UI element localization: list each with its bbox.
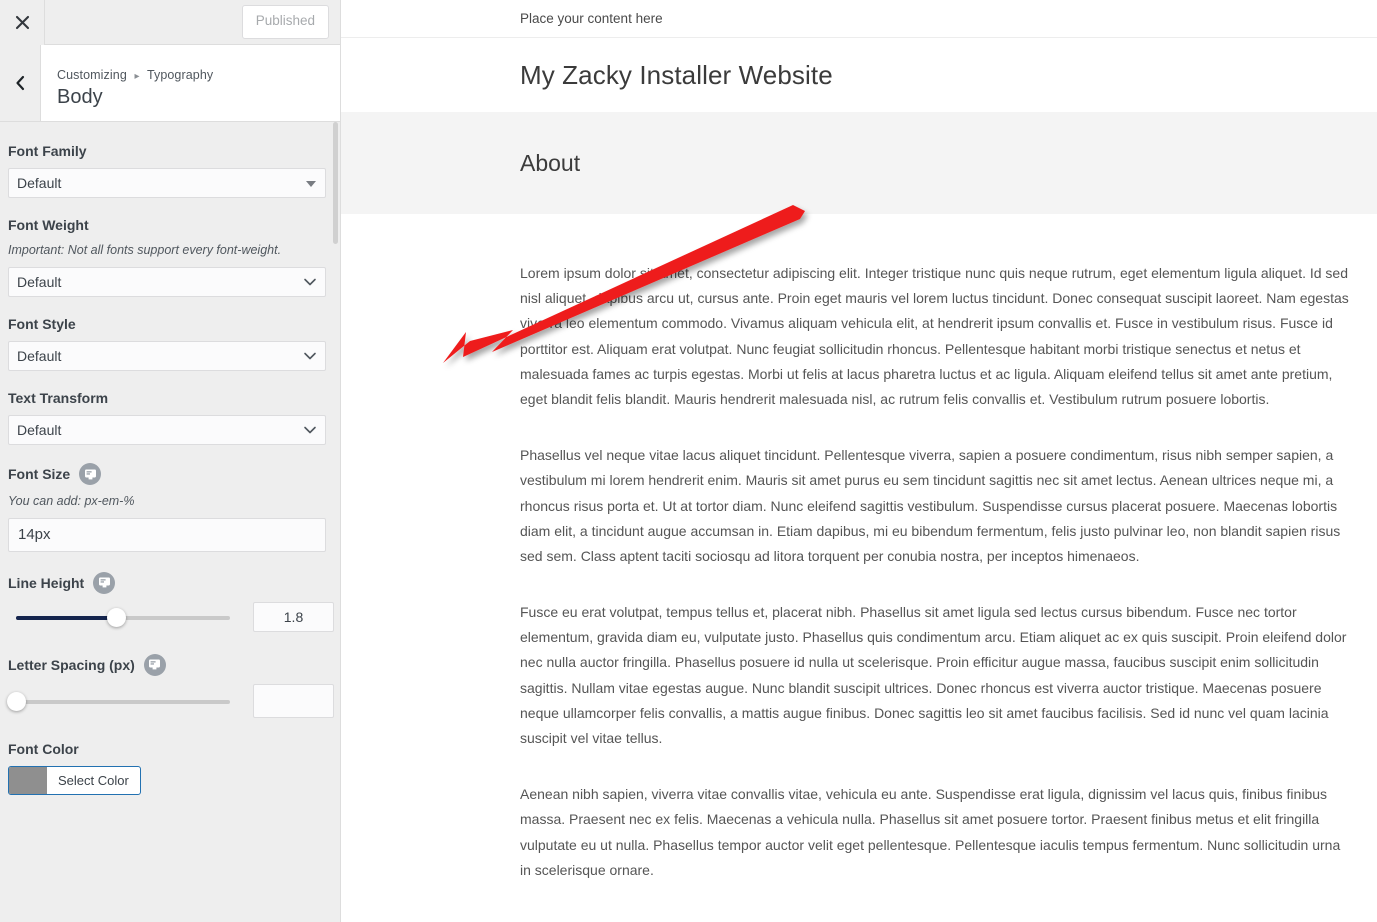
control-line-height: Line Height [8,571,334,632]
site-title: My Zacky Installer Website [520,59,833,90]
letter-spacing-slider[interactable] [6,691,230,711]
letter-spacing-slider-row [6,683,334,718]
font-style-label-text: Font Style [8,315,76,332]
control-letter-spacing: Letter Spacing (px) [6,653,334,718]
control-font-family: Font Family [8,142,327,199]
font-weight-select[interactable] [8,266,326,297]
select-color-label: Select Color [58,772,129,788]
letter-spacing-value-input[interactable] [253,683,334,718]
font-style-select-wrap [8,341,327,372]
breadcrumb: Customizing ▸ Typography [57,68,213,82]
color-swatch [9,766,47,794]
font-size-input[interactable] [8,517,326,552]
select-color-button[interactable]: Select Color [8,765,141,795]
chevron-left-icon[interactable] [0,45,41,121]
font-weight-select-wrap [8,266,327,297]
line-height-slider[interactable] [8,607,230,627]
control-font-style: Font Style [8,315,327,372]
letter-spacing-label: Letter Spacing (px) [8,653,327,676]
device-preview-icon[interactable] [143,653,166,676]
device-preview-icon[interactable] [79,463,102,486]
line-height-label-text: Line Height [8,574,85,591]
preview-top-note: Place your content here [341,0,1377,38]
breadcrumb-separator-icon: ▸ [134,71,140,82]
font-color-label-text: Font Color [8,740,79,757]
line-height-value-input[interactable] [253,601,334,632]
font-weight-label-text: Font Weight [8,217,89,234]
customizer-controls: Font Family Font Weight Important: Not a… [0,122,340,922]
letter-spacing-label-text: Letter Spacing (px) [8,656,135,673]
font-family-label-text: Font Family [8,143,87,159]
published-button[interactable]: Published [241,5,329,39]
control-text-transform: Text Transform [8,389,327,446]
body-paragraph: Fusce eu erat volutpat, tempus tellus et… [520,604,1347,746]
font-family-select-wrap [8,168,327,199]
preview-body-content: Lorem ipsum dolor sit amet, consectetur … [341,214,1377,883]
text-transform-select[interactable] [8,415,326,446]
close-x-icon[interactable] [0,0,45,45]
customizer-header: Customizing ▸ Typography Body [0,45,340,122]
page-title: Body [57,86,103,108]
font-color-label: Font Color [8,740,327,758]
customizer-sidebar: Published Customizing ▸ Typography Body [0,0,341,922]
device-preview-icon[interactable] [93,571,116,594]
font-size-label: Font Size [8,463,327,486]
font-size-description: You can add: px-em-% [8,494,135,509]
font-family-select[interactable] [8,168,326,199]
slider-fill [16,615,117,620]
body-paragraph: Phasellus vel neque vitae lacus aliquet … [520,447,1341,564]
site-preview: Place your content here My Zacky Install… [341,0,1377,922]
font-weight-label: Font Weight [8,216,327,234]
sidebar-scrollbar[interactable] [333,122,338,244]
font-weight-description: Important: Not all fonts support every f… [8,243,282,258]
font-style-label: Font Style [8,315,327,333]
text-transform-label: Text Transform [8,389,327,407]
line-height-label: Line Height [8,571,327,594]
customizer-screen: Published Customizing ▸ Typography Body [0,0,1377,922]
font-size-label-text: Font Size [8,466,71,483]
text-transform-select-wrap [8,415,327,446]
text-transform-label-text: Text Transform [8,390,109,407]
section-heading: About [520,149,581,176]
slider-thumb[interactable] [107,607,127,627]
body-paragraph: Lorem ipsum dolor sit amet, consectetur … [520,265,1349,407]
body-paragraph: Aenean nibh sapien, viverra vitae conval… [520,786,1341,878]
customizer-topbar: Published [0,0,340,45]
slider-thumb[interactable] [6,691,26,711]
control-font-weight: Font Weight Important: Not all fonts sup… [8,216,327,297]
font-family-label: Font Family [8,142,327,160]
control-font-size: Font Size You can add: px-em-% [8,463,327,552]
control-font-color: Font Color Select Color [8,740,327,799]
font-style-select[interactable] [8,341,326,372]
breadcrumb-root: Customizing [57,68,127,82]
slider-track [16,699,230,704]
preview-section-header: About [341,112,1377,214]
breadcrumb-section: Typography [146,68,214,82]
preview-hero: My Zacky Installer Website [341,38,1377,112]
customizer-titles: Customizing ▸ Typography Body [41,45,213,121]
line-height-slider-row [8,601,334,632]
